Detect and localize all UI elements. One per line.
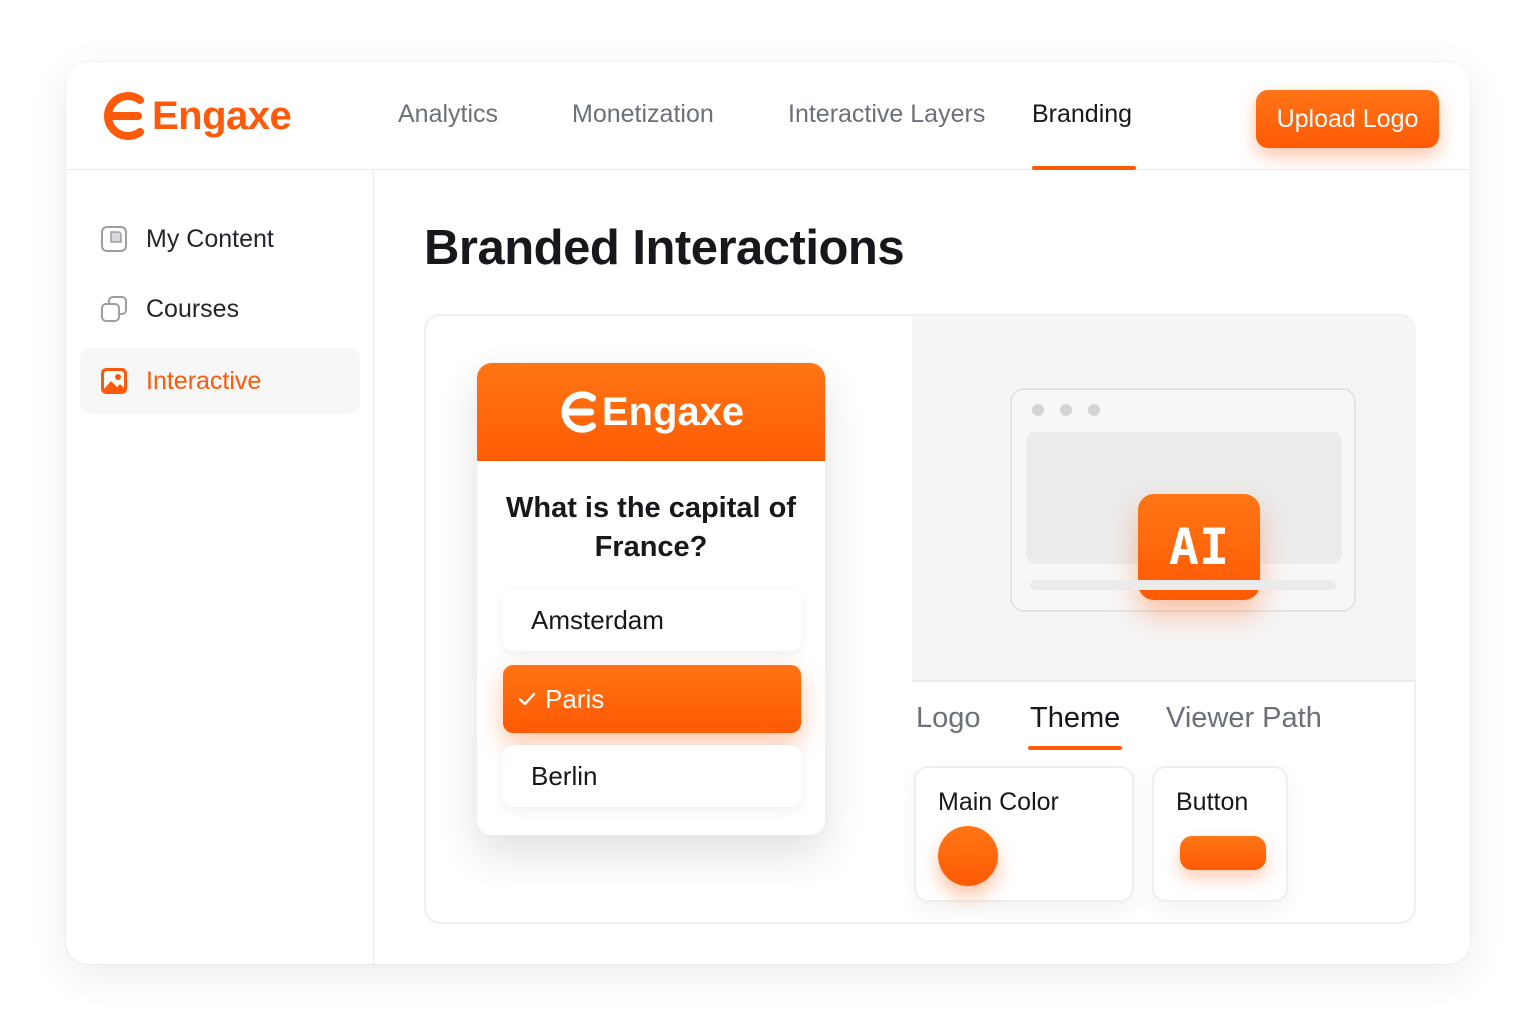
content-icon bbox=[101, 226, 127, 252]
upload-logo-button[interactable]: Upload Logo bbox=[1256, 90, 1439, 148]
nav-interactive-layers[interactable]: Interactive Layers bbox=[788, 100, 985, 129]
quiz-option-amsterdam[interactable]: Amsterdam bbox=[503, 589, 801, 651]
quiz-option-paris[interactable]: Paris bbox=[503, 665, 801, 733]
window-dots bbox=[1032, 404, 1100, 416]
sidebar-item-interactive[interactable]: Interactive bbox=[80, 348, 360, 414]
window-dot bbox=[1088, 404, 1100, 416]
sidebar: My Content Courses Interactive bbox=[66, 170, 374, 964]
browser-mockup: AI bbox=[1010, 388, 1356, 612]
quiz-option-berlin[interactable]: Berlin bbox=[503, 745, 801, 807]
courses-icon bbox=[101, 296, 127, 322]
sidebar-item-label: My Content bbox=[146, 224, 274, 253]
option-label: Amsterdam bbox=[531, 604, 664, 635]
brand-logo[interactable]: Engaxe bbox=[100, 92, 292, 140]
tab-viewer-path[interactable]: Viewer Path bbox=[1166, 702, 1322, 735]
button-style-label: Button bbox=[1176, 788, 1249, 816]
engaxe-e-icon bbox=[104, 92, 144, 140]
sidebar-item-my-content[interactable]: My Content bbox=[80, 206, 360, 272]
interactive-image-icon bbox=[101, 368, 127, 394]
sidebar-item-label: Courses bbox=[146, 294, 240, 323]
main-color-label: Main Color bbox=[938, 788, 1059, 816]
branding-panel: Engaxe What is the capital of France? Am… bbox=[424, 314, 1416, 924]
page-title: Branded Interactions bbox=[424, 221, 905, 275]
quiz-question: What is the capital of France? bbox=[505, 492, 797, 563]
browser-progress-bar bbox=[1030, 580, 1336, 590]
tab-active-indicator bbox=[1028, 746, 1122, 750]
sidebar-item-label: Interactive bbox=[146, 366, 262, 395]
check-icon bbox=[518, 692, 536, 706]
brand-name: Engaxe bbox=[152, 93, 292, 138]
sidebar-item-courses[interactable]: Courses bbox=[80, 276, 360, 342]
window-dot bbox=[1032, 404, 1044, 416]
window-dot bbox=[1060, 404, 1072, 416]
tab-theme[interactable]: Theme bbox=[1030, 702, 1120, 735]
tab-logo[interactable]: Logo bbox=[916, 702, 981, 735]
preview-area: AI bbox=[912, 316, 1416, 682]
button-style-card: Button bbox=[1152, 766, 1288, 902]
button-color-sample[interactable] bbox=[1180, 836, 1266, 870]
quiz-brand-name: Engaxe bbox=[601, 389, 745, 434]
nav-monetization[interactable]: Monetization bbox=[572, 100, 714, 129]
browser-content: AI bbox=[1026, 432, 1342, 600]
engaxe-e-icon bbox=[561, 391, 596, 433]
option-label: Berlin bbox=[531, 760, 598, 791]
quiz-card: Engaxe What is the capital of France? Am… bbox=[476, 362, 826, 836]
option-label: Paris bbox=[545, 683, 605, 714]
nav-analytics[interactable]: Analytics bbox=[398, 100, 498, 129]
nav-branding[interactable]: Branding bbox=[1032, 100, 1132, 129]
quiz-header: Engaxe bbox=[477, 363, 825, 461]
main-color-swatch[interactable] bbox=[938, 826, 998, 886]
main-color-card: Main Color bbox=[914, 766, 1134, 902]
top-header: Engaxe Analytics Monetization Interactiv… bbox=[66, 62, 1470, 170]
app-window: Engaxe Analytics Monetization Interactiv… bbox=[66, 62, 1470, 964]
nav-active-indicator bbox=[1032, 166, 1136, 170]
